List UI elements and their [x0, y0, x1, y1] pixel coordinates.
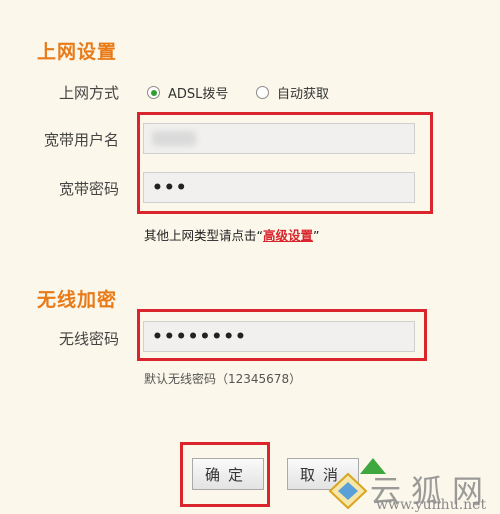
wireless-password-value: ••••••••: [152, 326, 247, 347]
watermark-url: www.yunhu.net: [376, 497, 487, 513]
radio-auto-obtain[interactable]: 自动获取: [256, 83, 329, 102]
blurred-username: [152, 131, 196, 146]
broadband-password-value: •••: [152, 177, 188, 198]
hint-prefix: 其他上网类型请点击“: [144, 228, 263, 243]
internet-settings-title: 上网设置: [37, 41, 118, 63]
wireless-encryption-title: 无线加密: [37, 289, 118, 311]
broadband-password-input[interactable]: •••: [143, 172, 415, 203]
connection-mode-label: 上网方式: [58, 84, 119, 102]
advanced-settings-link[interactable]: 高级设置: [263, 228, 313, 243]
broadband-password-label: 宽带密码: [58, 180, 119, 198]
confirm-button[interactable]: 确定: [192, 458, 264, 490]
radio-adsl-dialup[interactable]: ADSL拨号: [147, 83, 228, 102]
watermark: 云狐网 www.yunhu.net: [318, 458, 500, 514]
radio-adsl-label: ADSL拨号: [168, 87, 229, 102]
hint-suffix: ”: [313, 228, 320, 243]
broadband-username-input[interactable]: [143, 123, 415, 154]
default-wireless-password-note: 默认无线密码（12345678）: [144, 372, 302, 386]
radio-checked-icon: [147, 86, 160, 99]
wireless-password-input[interactable]: ••••••••: [143, 321, 415, 352]
radio-unchecked-icon: [256, 86, 269, 99]
wireless-password-label: 无线密码: [58, 330, 119, 348]
watermark-logo-icon: [328, 472, 368, 510]
radio-auto-label: 自动获取: [277, 87, 330, 102]
broadband-username-label: 宽带用户名: [43, 131, 119, 149]
advanced-settings-hint: 其他上网类型请点击“高级设置”: [144, 225, 319, 244]
